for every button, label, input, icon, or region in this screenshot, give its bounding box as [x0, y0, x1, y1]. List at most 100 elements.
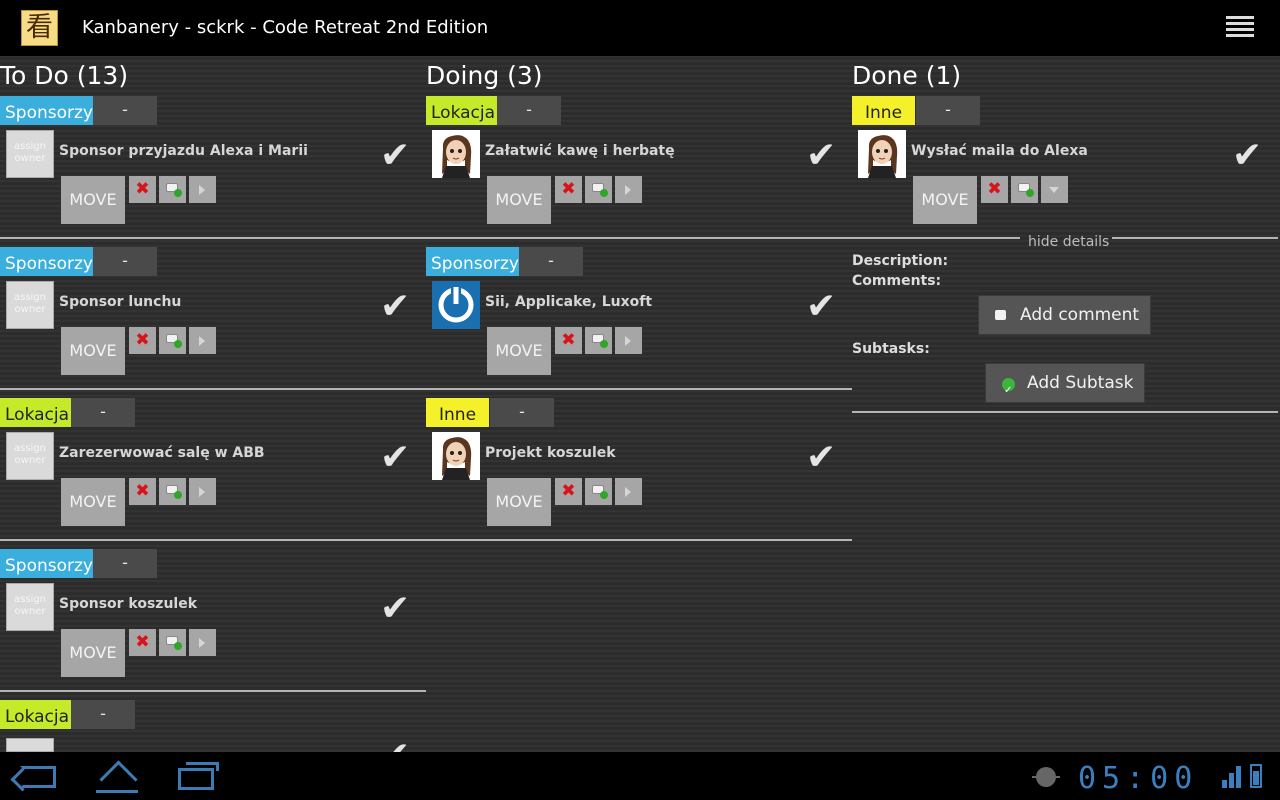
collapse-button[interactable] [1041, 176, 1068, 203]
task-title[interactable]: Sponsor przyjazdu Alexa i Marii [59, 143, 308, 159]
delete-button[interactable]: ✖ [129, 629, 156, 656]
recent-apps-icon[interactable] [178, 762, 219, 790]
task-title[interactable]: Sii, Applicake, Luxoft [485, 294, 652, 310]
assign-owner-avatar-icon[interactable]: assign owner [6, 432, 54, 480]
task-card[interactable]: Sponsorzy - assign owner Sponsor przyjaz… [0, 56, 426, 224]
complete-checkmark-icon[interactable]: ✔ [380, 287, 410, 327]
complete-checkmark-icon[interactable]: ✔ [806, 287, 836, 327]
task-card[interactable]: Lokacja - Załatwić kawę i herbatę ✔ MOVE… [426, 56, 852, 224]
assign-owner-avatar-icon[interactable] [6, 738, 54, 752]
back-icon[interactable] [20, 766, 56, 788]
expand-button[interactable] [615, 478, 642, 505]
delete-button[interactable]: ✖ [129, 327, 156, 354]
task-tag-lokacja[interactable]: Lokacja [426, 96, 501, 125]
task-tag-sponsorzy[interactable]: Sponsorzy [0, 549, 98, 578]
app-title: Kanbanery - sckrk - Code Retreat 2nd Edi… [82, 17, 489, 38]
delete-button[interactable]: ✖ [129, 176, 156, 203]
delete-button[interactable]: ✖ [555, 176, 582, 203]
task-tag-sponsorzy[interactable]: Sponsorzy [426, 247, 524, 276]
signal-icon[interactable] [1222, 764, 1242, 788]
task-card[interactable]: Sponsorzy - Sii, Applicake, Luxoft ✔ MOV… [426, 207, 852, 375]
add-plus-icon [600, 340, 608, 348]
overflow-menu-icon[interactable] [1226, 16, 1254, 40]
task-card[interactable]: Inne - Projekt koszulek ✔ MOVE ✖ [426, 358, 852, 526]
delete-button[interactable]: ✖ [981, 176, 1008, 203]
owner-avatar-icon[interactable] [432, 432, 480, 480]
expand-button[interactable] [189, 176, 216, 203]
expand-button[interactable] [189, 327, 216, 354]
comment-button[interactable] [159, 478, 186, 505]
expand-button[interactable] [615, 176, 642, 203]
assign-owner-avatar-icon[interactable]: assign owner [6, 130, 54, 178]
tag-collapse-button[interactable]: - [71, 700, 135, 729]
task-tag-inne[interactable]: Inne [852, 96, 916, 125]
comment-icon [995, 310, 1006, 320]
task-tag-sponsorzy[interactable]: Sponsorzy [0, 96, 98, 125]
hide-details-link[interactable]: hide details [1028, 234, 1109, 250]
comment-button[interactable] [585, 478, 612, 505]
home-icon[interactable] [96, 766, 138, 793]
clock[interactable]: 05:00 [1078, 761, 1198, 796]
debug-bug-icon[interactable] [1032, 767, 1060, 787]
complete-checkmark-icon[interactable]: ✔ [380, 136, 410, 176]
complete-checkmark-icon[interactable]: ✔ [380, 589, 410, 629]
delete-button[interactable]: ✖ [129, 478, 156, 505]
move-button[interactable]: MOVE [487, 478, 551, 526]
task-tag-lokacja[interactable]: Lokacja [0, 700, 75, 729]
expand-button[interactable] [189, 478, 216, 505]
task-tag-sponsorzy[interactable]: Sponsorzy [0, 247, 98, 276]
details-divider [852, 237, 1020, 239]
task-card[interactable]: Lokacja - ✔ [0, 660, 426, 752]
task-title[interactable]: Załatwić kawę i herbatę [485, 143, 675, 159]
expand-button[interactable] [189, 629, 216, 656]
task-card[interactable]: Sponsorzy - assign owner Sponsor lunchu … [0, 207, 426, 375]
comment-button[interactable] [585, 176, 612, 203]
task-title[interactable]: Wysłać maila do Alexa [911, 143, 1088, 159]
delete-icon: ✖ [135, 179, 150, 199]
comment-button[interactable] [159, 629, 186, 656]
tag-collapse-button[interactable]: - [519, 247, 583, 276]
complete-checkmark-icon[interactable]: ✔ [1232, 136, 1262, 176]
tag-collapse-button[interactable]: - [916, 96, 980, 125]
owner-avatar-icon[interactable] [432, 130, 480, 178]
comment-button[interactable] [585, 327, 612, 354]
assign-owner-avatar-icon[interactable]: assign owner [6, 583, 54, 631]
delete-button[interactable]: ✖ [555, 327, 582, 354]
tag-collapse-button[interactable]: - [71, 398, 135, 427]
task-title[interactable]: Sponsor koszulek [59, 596, 197, 612]
complete-checkmark-icon[interactable]: ✔ [806, 438, 836, 478]
task-title[interactable]: Sponsor lunchu [59, 294, 181, 310]
add-subtask-button[interactable]: Add Subtask [985, 363, 1145, 410]
task-card[interactable]: Lokacja - assign owner Zarezerwować salę… [0, 358, 426, 526]
task-title[interactable]: Projekt koszulek [485, 445, 616, 461]
add-plus-icon [600, 189, 608, 197]
add-comment-button[interactable]: Add comment [978, 295, 1151, 335]
comment-button[interactable] [159, 327, 186, 354]
tag-collapse-button[interactable]: - [497, 96, 561, 125]
task-tag-inne[interactable]: Inne [426, 398, 490, 427]
add-plus-icon [174, 491, 182, 499]
expand-icon [625, 336, 631, 346]
move-button[interactable]: MOVE [913, 176, 977, 224]
battery-icon[interactable] [1250, 764, 1262, 788]
comment-button[interactable] [159, 176, 186, 203]
tag-collapse-button[interactable]: - [93, 96, 157, 125]
app-icon[interactable]: 看 [21, 10, 58, 46]
assign-owner-avatar-icon[interactable]: assign owner [6, 281, 54, 329]
expand-button[interactable] [615, 327, 642, 354]
task-card[interactable]: Sponsorzy - assign owner Sponsor koszule… [0, 509, 426, 677]
tag-collapse-button[interactable]: - [93, 549, 157, 578]
owner-power-logo-icon[interactable] [432, 281, 480, 329]
complete-checkmark-icon[interactable]: ✔ [380, 438, 410, 478]
comment-button[interactable] [1011, 176, 1038, 203]
delete-button[interactable]: ✖ [555, 478, 582, 505]
task-tag-lokacja[interactable]: Lokacja [0, 398, 75, 427]
task-card[interactable]: Inne - Wysłać maila do Alexa ✔ MOVE ✖ [852, 56, 1278, 224]
complete-checkmark-icon[interactable]: ✔ [806, 136, 836, 176]
complete-checkmark-icon[interactable]: ✔ [380, 736, 410, 752]
task-title[interactable]: Zarezerwować salę w ABB [59, 445, 265, 461]
tag-collapse-button[interactable]: - [490, 398, 554, 427]
tag-collapse-button[interactable]: - [93, 247, 157, 276]
owner-avatar-icon[interactable] [858, 130, 906, 178]
add-plus-icon [600, 491, 608, 499]
